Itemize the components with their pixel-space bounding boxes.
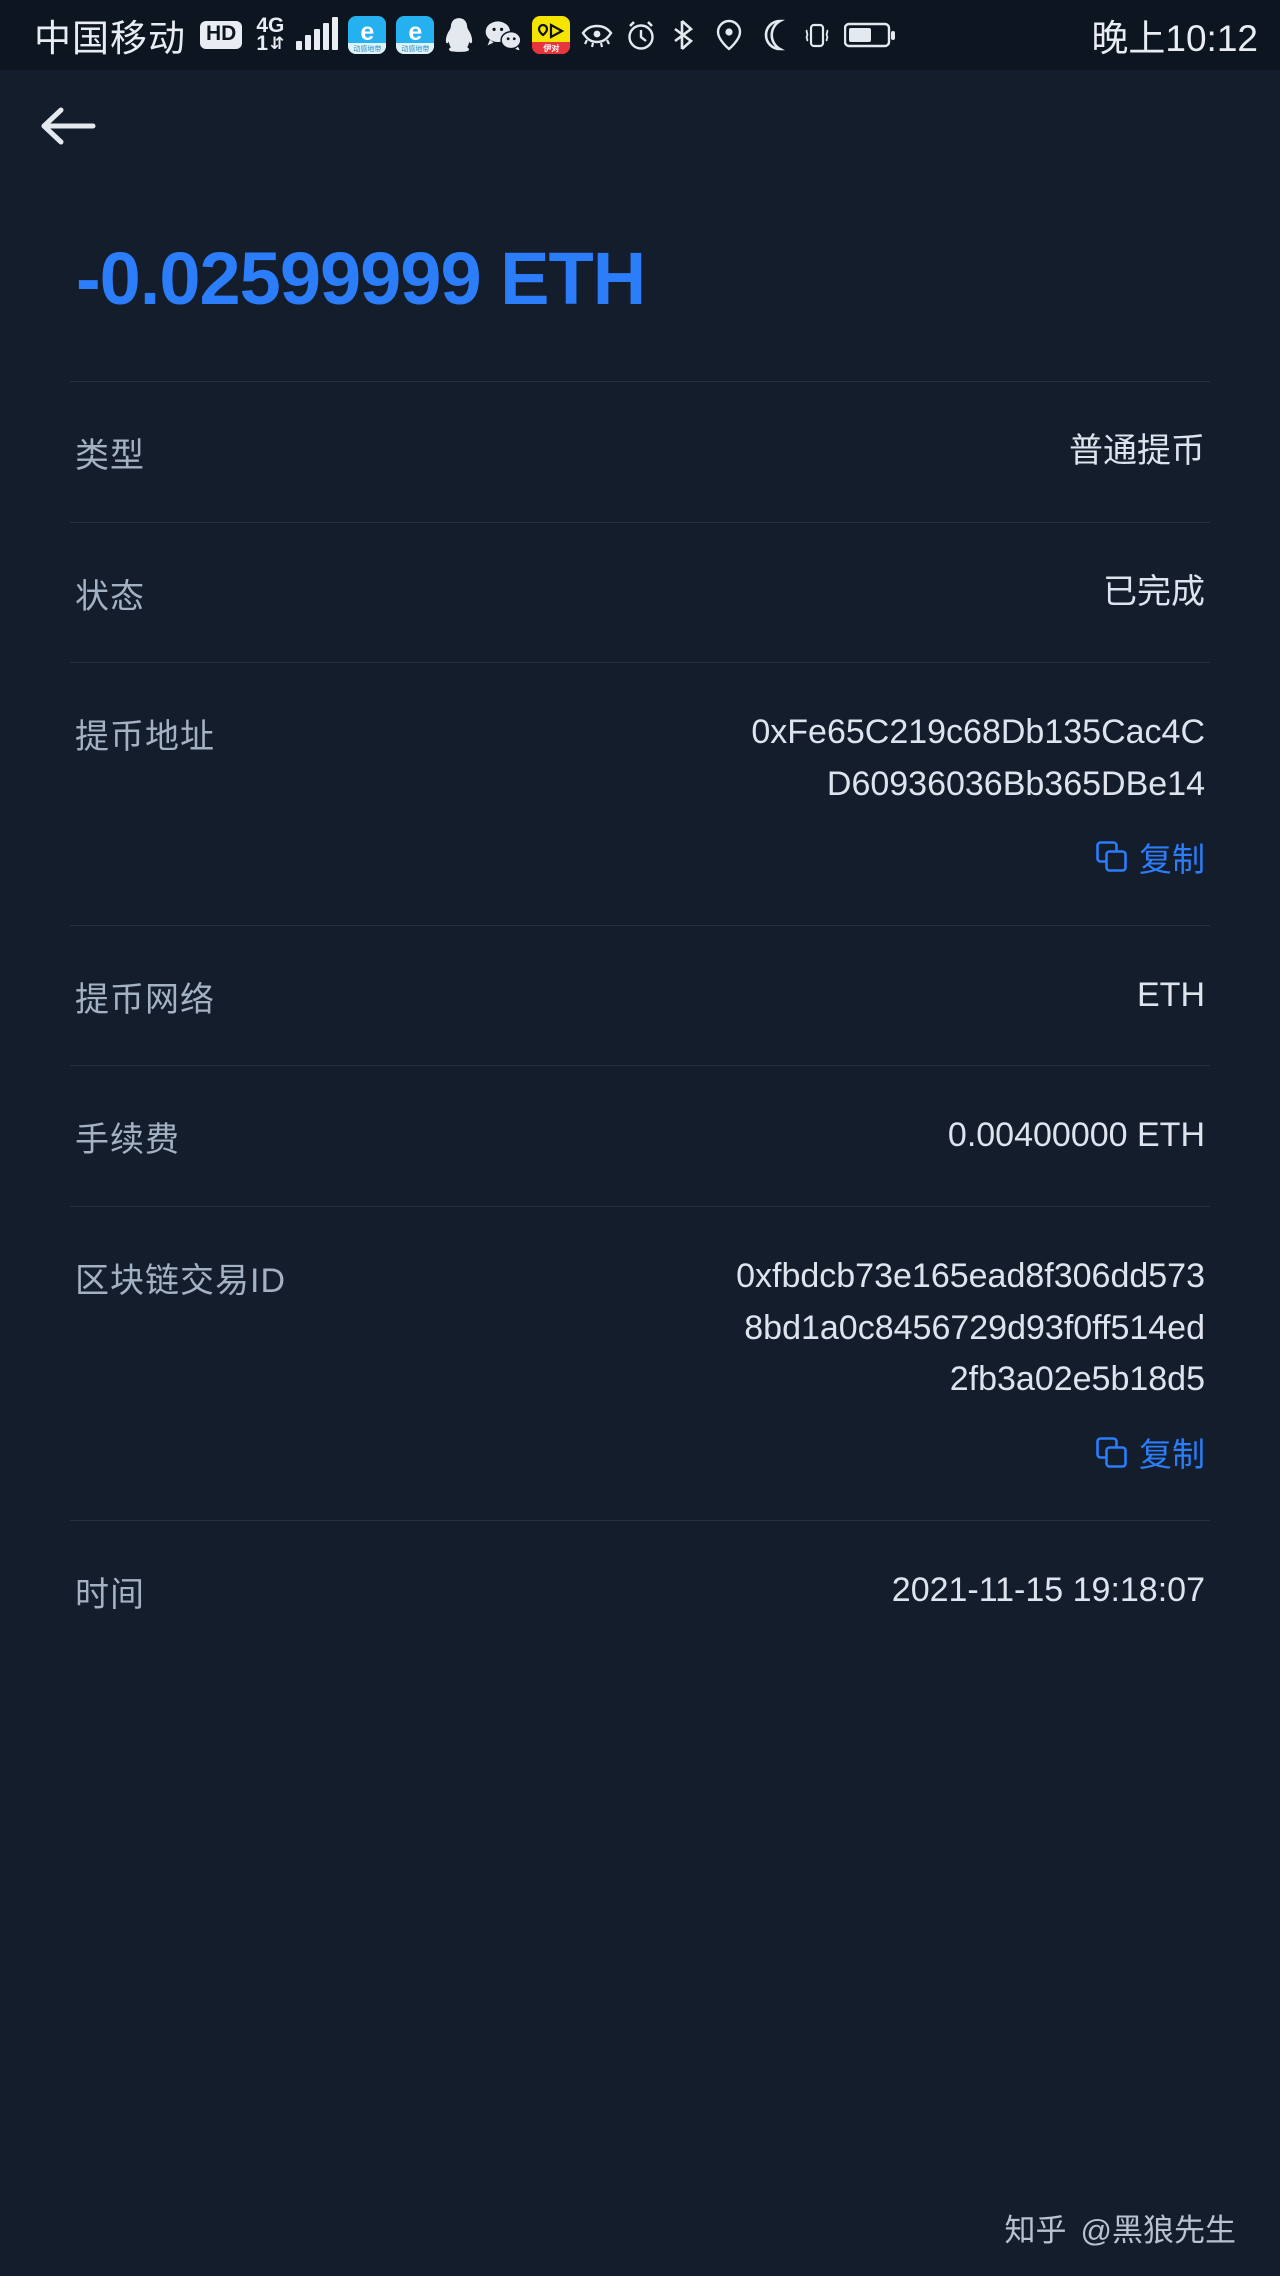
table-row: 提币网络 ETH	[70, 924, 1210, 1066]
copy-address-button[interactable]: 复制	[735, 833, 1205, 881]
watermark: 知乎 @黑狼先生	[0, 2205, 1280, 2250]
row-value: 普通提币	[1069, 432, 1205, 470]
qq-icon	[446, 18, 473, 52]
transaction-amount: -0.02599999 ETH	[76, 237, 646, 320]
hd-badge: HD	[200, 21, 243, 49]
withdraw-address-value: 0xFe65C219c68Db135Cac4CD60936036Bb365DBe…	[751, 713, 1205, 804]
signal-strength-icon	[296, 17, 339, 50]
bluetooth-icon	[674, 20, 694, 50]
status-bar: 中国移动 HD 4G 1 ⇵ e 动感地带 e 动感地带 伊对 晚上10:12	[0, 0, 1280, 70]
row-label: 类型	[75, 437, 145, 475]
table-row: 区块链交易ID 0xfbdcb73e165ead8f306dd5738bd1a0…	[70, 1206, 1210, 1520]
row-label: 时间	[75, 1576, 145, 1615]
row-label: 手续费	[75, 1121, 180, 1160]
e-surfing-icon-2: e 动感地带	[396, 16, 435, 54]
status-badge: 已完成	[1103, 572, 1205, 611]
do-not-disturb-moon-icon	[765, 19, 782, 51]
copy-pages-icon	[1096, 841, 1127, 872]
network-type-indicator: 4G 1 ⇵	[256, 15, 285, 55]
table-row: 时间 2021-11-15 19:18:07	[70, 1520, 1210, 1661]
table-row: 状态 已完成	[70, 521, 1210, 663]
copy-label: 复制	[1139, 840, 1205, 878]
row-label: 提币地址	[75, 718, 215, 757]
txid-value: 0xfbdcb73e165ead8f306dd5738bd1a0c8456729…	[736, 1257, 1205, 1399]
alarm-clock-icon	[628, 21, 655, 50]
watermark-author: @黑狼先生	[1080, 2213, 1236, 2248]
app-header	[0, 70, 1280, 182]
watermark-platform: 知乎	[1004, 2213, 1067, 2248]
vibrate-icon	[806, 23, 829, 48]
battery-icon	[844, 22, 896, 48]
fee-value: 0.00400000 ETH	[947, 1116, 1205, 1155]
yitui-icon: 伊对	[532, 16, 571, 54]
network-sub-label: 1	[256, 32, 269, 55]
row-label: 提币网络	[75, 980, 215, 1019]
back-button[interactable]	[30, 88, 106, 164]
copy-txid-button[interactable]: 复制	[735, 1428, 1205, 1476]
table-row: 提币地址 0xFe65C219c68Db135Cac4CD60936036Bb3…	[70, 662, 1210, 924]
arrow-left-icon	[41, 107, 96, 145]
carrier-label: 中国移动	[34, 18, 186, 59]
eye-care-icon	[581, 24, 613, 48]
row-value: ETH	[1137, 975, 1205, 1014]
transaction-detail-list: 类型 普通提币 状态 已完成 提币地址 0xFe65C219c68Db135Ca…	[0, 381, 1280, 1661]
e-surfing-icon: e 动感地带	[348, 16, 387, 54]
timestamp-value: 2021-11-15 19:18:07	[891, 1571, 1205, 1610]
clock-label: 晚上10:12	[1091, 18, 1258, 59]
row-label: 区块链交易ID	[75, 1262, 286, 1301]
row-label: 状态	[75, 577, 145, 616]
copy-label: 复制	[1139, 1436, 1205, 1474]
wechat-icon	[486, 21, 522, 50]
location-pin-icon	[717, 19, 742, 51]
table-row: 手续费 0.00400000 ETH	[70, 1065, 1210, 1206]
copy-pages-icon	[1096, 1436, 1127, 1468]
table-row: 类型 普通提币	[70, 381, 1210, 522]
data-transfer-arrows-icon: ⇵	[270, 33, 285, 53]
